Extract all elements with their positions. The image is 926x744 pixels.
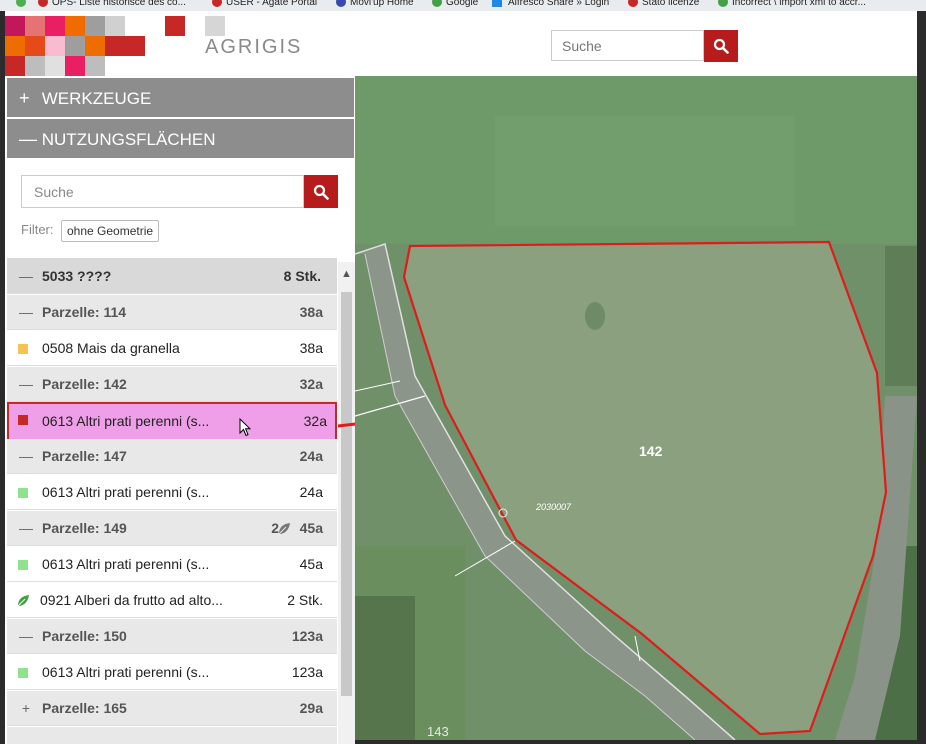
bookmark-link[interactable]: Alfresco Share » Login xyxy=(508,0,609,10)
usage-row[interactable]: 0508 Mais da granella 38a xyxy=(7,331,337,366)
scroll-up-arrow-icon[interactable]: ▲ xyxy=(338,262,355,287)
bookmark-link[interactable]: Movi'up Home xyxy=(350,0,414,10)
usage-label: 0613 Altri prati perenni (s... xyxy=(42,664,210,680)
collapse-icon: — xyxy=(19,520,33,536)
crop-color-swatch xyxy=(18,668,28,678)
crop-color-swatch xyxy=(18,344,28,354)
agrigis-logo[interactable] xyxy=(5,16,225,76)
parcel-label: Parzelle: 147 xyxy=(42,448,127,464)
expand-icon: + xyxy=(21,700,31,716)
usage-area: 123a xyxy=(291,664,323,680)
usage-area: 32a xyxy=(303,413,327,429)
parcel-number-label: 142 xyxy=(639,443,663,459)
parcel-area: 29a xyxy=(299,700,323,716)
mouse-cursor-icon xyxy=(239,418,251,437)
parcel-row[interactable]: — Parzelle: 150 123a xyxy=(7,619,337,654)
usage-row[interactable]: 0613 Altri prati perenni (s... 45a xyxy=(7,547,337,582)
usage-area: 45a xyxy=(299,556,323,572)
collapse-icon: — xyxy=(19,448,33,464)
parcel-area: 38a xyxy=(299,304,323,320)
tree-label: 0921 Alberi da frutto ad alto... xyxy=(40,592,223,608)
collapse-icon: — xyxy=(19,129,37,149)
parcel-area: 24a xyxy=(299,448,323,464)
scrollbar-thumb[interactable] xyxy=(341,292,352,696)
usage-area: 24a xyxy=(299,484,323,500)
parcel-row[interactable] xyxy=(7,727,337,744)
collapse-icon: — xyxy=(19,376,33,392)
parcel-label: Parzelle: 150 xyxy=(42,628,127,644)
search-icon xyxy=(313,184,329,200)
app-header: AGRIGIS Suche xyxy=(5,11,917,76)
usage-label: 0613 Altri prati perenni (s... xyxy=(42,484,210,500)
expand-icon: + xyxy=(19,88,30,108)
bookmark-icon xyxy=(38,0,48,7)
tree-count: 2 Stk. xyxy=(287,592,323,608)
bookmark-link[interactable]: Stato licenze xyxy=(642,0,699,10)
area-search-button[interactable] xyxy=(304,175,338,208)
crop-color-swatch xyxy=(18,488,28,498)
crop-color-swatch xyxy=(18,415,28,425)
bookmark-icon xyxy=(432,0,442,7)
side-panel: + WERKZEUGE — NUTZUNGSFLÄCHEN Suche Filt… xyxy=(5,76,355,744)
bookmarks-bar: OPS- Liste historisce des co... USER - A… xyxy=(0,0,926,11)
bookmark-link[interactable]: OPS- Liste historisce des co... xyxy=(52,0,186,10)
usage-area: 38a xyxy=(299,340,323,356)
parcel-area: 123a xyxy=(291,628,323,644)
filter-label: Filter: xyxy=(21,222,54,237)
usage-label: 0508 Mais da granella xyxy=(42,340,180,356)
app-logo-text: AGRIGIS xyxy=(205,36,303,58)
parcel-row[interactable]: — Parzelle: 147 24a xyxy=(7,439,337,474)
bookmark-link[interactable]: Google xyxy=(446,0,478,10)
parcel-label: Parzelle: 165 xyxy=(42,700,127,716)
group-label: 5033 ???? xyxy=(42,268,112,284)
accordion-nutzungsflaechen[interactable]: — NUTZUNGSFLÄCHEN xyxy=(7,119,354,159)
parcel-row[interactable]: + Parzelle: 165 29a xyxy=(7,691,337,726)
parcel-row[interactable]: — Parzelle: 149 2 45a xyxy=(7,511,337,546)
list-group-header[interactable]: — 5033 ???? 8 Stk. xyxy=(7,258,337,294)
usage-row[interactable]: 0613 Altri prati perenni (s... 123a xyxy=(7,655,337,690)
parcel-label: Parzelle: 114 xyxy=(42,304,127,320)
parcel-code-label: 2030007 xyxy=(536,502,572,512)
map-view[interactable]: 142 2030007 143 xyxy=(355,76,917,740)
parcel-area: 32a xyxy=(299,376,323,392)
tree-row[interactable]: 0921 Alberi da frutto ad alto... 2 Stk. xyxy=(7,583,337,618)
bookmark-link[interactable]: USER - Agate Portal xyxy=(226,0,317,10)
usage-label: 0613 Altri prati perenni (s... xyxy=(42,556,210,572)
search-icon xyxy=(713,38,729,54)
bookmark-icon xyxy=(336,0,346,7)
crop-color-swatch xyxy=(18,560,28,570)
group-count: 8 Stk. xyxy=(283,268,321,284)
collapse-icon: — xyxy=(19,304,33,320)
collapse-icon: — xyxy=(19,268,33,284)
aerial-map xyxy=(355,76,917,740)
usage-row-selected[interactable]: 0613 Altri prati perenni (s... 32a xyxy=(7,402,337,441)
parcel-row[interactable]: — Parzelle: 142 32a xyxy=(7,367,337,402)
filter-chip[interactable]: ohne Geometrie xyxy=(61,220,160,242)
parcel-label: Parzelle: 142 xyxy=(42,376,127,392)
bookmark-icon xyxy=(628,0,638,7)
usage-row[interactable]: 0613 Altri prati perenni (s... 24a xyxy=(7,475,337,510)
accordion-werkzeuge[interactable]: + WERKZEUGE xyxy=(7,78,354,118)
collapse-icon: — xyxy=(19,628,33,644)
bookmark-icon xyxy=(718,0,728,7)
accordion-label: WERKZEUGE xyxy=(41,89,152,108)
area-search-input[interactable]: Suche xyxy=(21,175,304,208)
header-search-input[interactable]: Suche xyxy=(551,30,704,61)
list-scrollbar[interactable]: ▲ xyxy=(338,262,355,744)
usage-label: 0613 Altri prati perenni (s... xyxy=(42,413,210,429)
leaf-icon xyxy=(278,523,290,535)
parcel-area: 45a xyxy=(299,520,323,536)
bookmark-icon xyxy=(16,0,26,7)
neighbor-parcel-label: 143 xyxy=(427,724,449,739)
accordion-label: NUTZUNGSFLÄCHEN xyxy=(41,130,216,149)
parcel-label: Parzelle: 149 xyxy=(42,520,127,536)
header-search-button[interactable] xyxy=(704,30,738,62)
parcel-row[interactable]: — Parzelle: 114 38a xyxy=(7,295,337,330)
bookmark-icon xyxy=(492,0,502,7)
leaf-icon xyxy=(17,595,29,607)
bookmark-icon xyxy=(212,0,222,7)
bookmark-link[interactable]: Incorrect \ import xml to accr... xyxy=(732,0,866,10)
area-list: — 5033 ???? 8 Stk. — Parzelle: 114 38a 0… xyxy=(7,258,337,744)
